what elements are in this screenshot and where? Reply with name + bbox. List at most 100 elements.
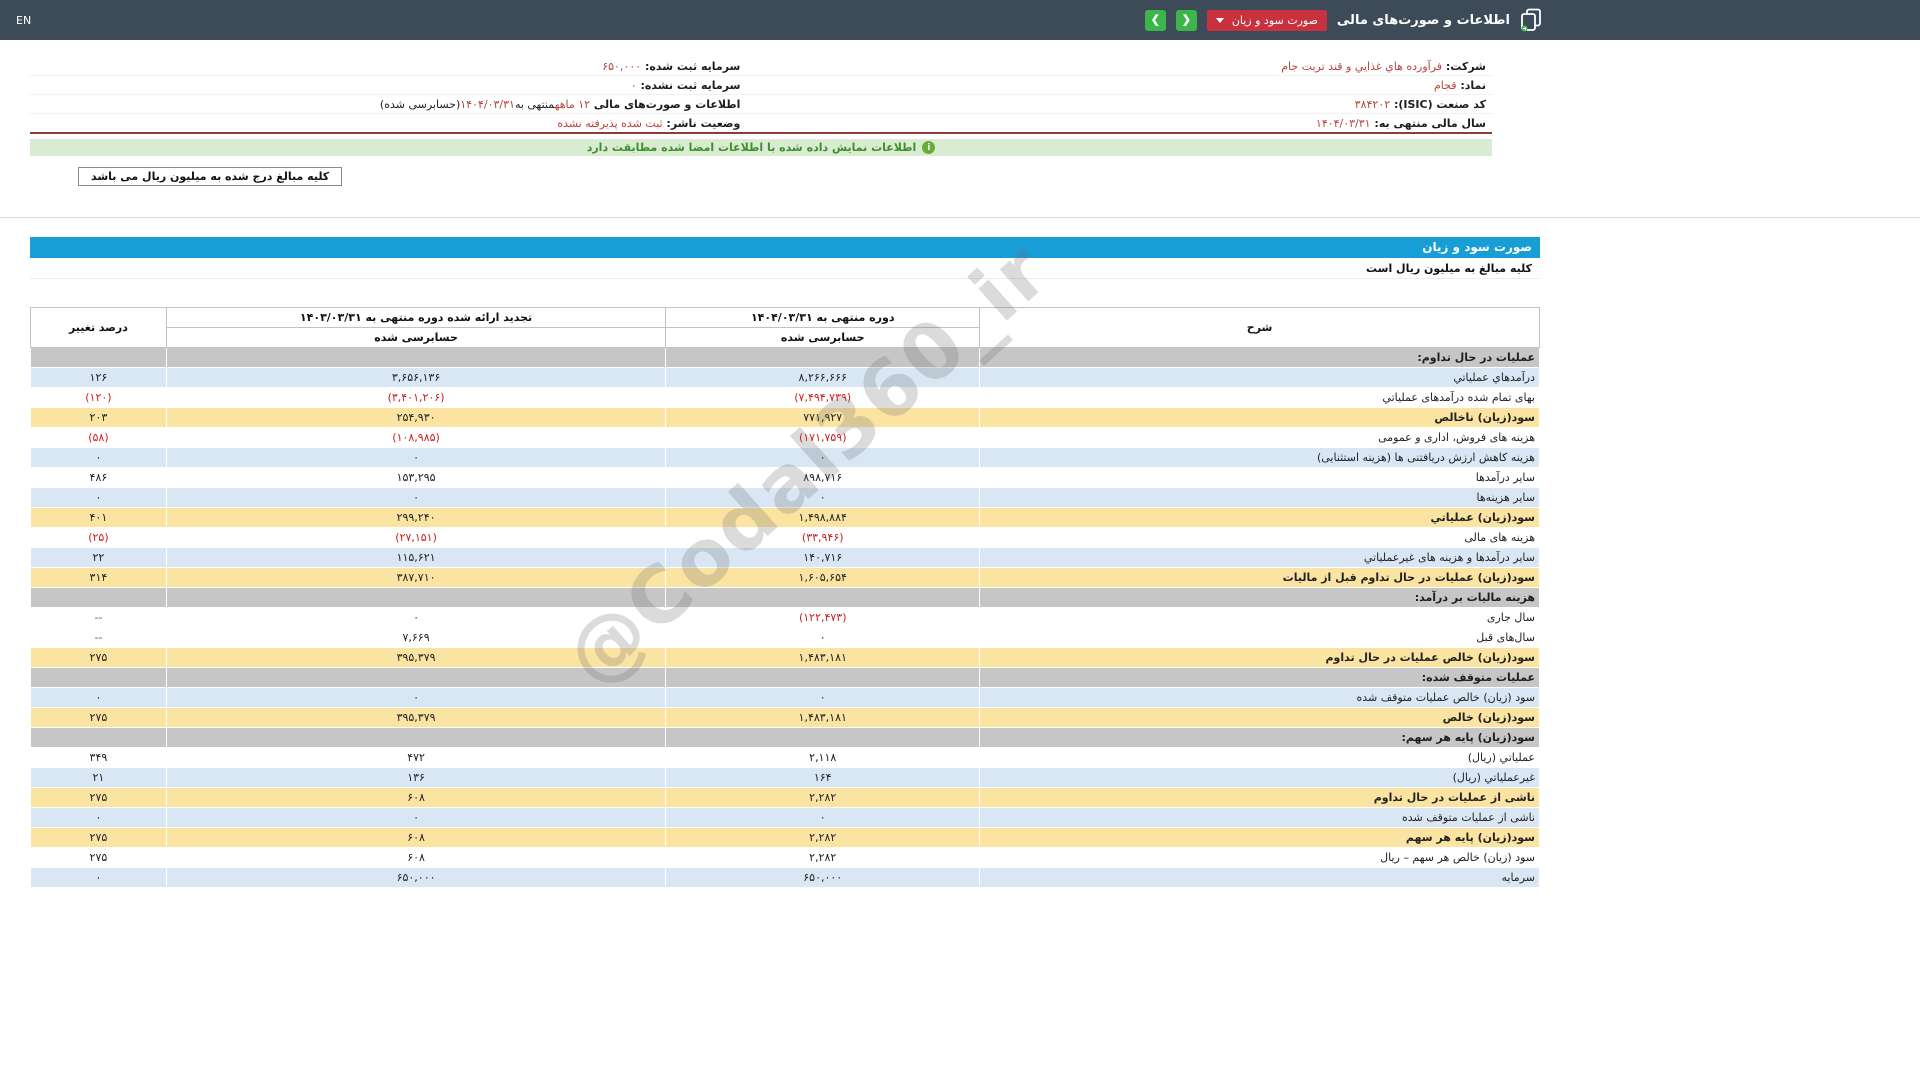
table-row: سود(زیان) ناخالص ۷۷۱,۹۲۷ ۲۵۴,۹۳۰ ۲۰۳ bbox=[30, 407, 1540, 428]
period1-value: (۱۲۲,۴۷۳) bbox=[665, 607, 981, 628]
period1-value: ۱,۴۹۸,۸۸۴ bbox=[665, 507, 981, 528]
row-label: سایر درآمدها و هزینه های غیرعملیاتي bbox=[979, 547, 1540, 568]
table-row: سود(زیان) عملیاتي ۱,۴۹۸,۸۸۴ ۲۹۹,۲۴۰ ۴۰۱ bbox=[30, 507, 1540, 528]
period1-value bbox=[665, 667, 981, 688]
audited-subheader-period1: حسابرسی شده bbox=[665, 327, 981, 348]
row-label: ناشی از عملیات در حال تداوم bbox=[979, 787, 1540, 808]
chevron-left-icon: ❮ bbox=[1181, 13, 1191, 26]
change-percent: ۲۰۳ bbox=[30, 407, 167, 428]
period2-value: (۱۰۸,۹۸۵) bbox=[165, 427, 667, 448]
page-title: اطلاعات و صورت‌های مالی bbox=[1336, 12, 1510, 28]
statement-type-dropdown[interactable]: صورت سود و زیان bbox=[1206, 9, 1327, 31]
company-info-panel: شرکت: فرآورده هاي غذايي و قند تربت جام سر… bbox=[30, 57, 1492, 134]
period2-value: ۳,۶۵۶,۱۳۶ bbox=[165, 367, 667, 388]
table-row: عملیاتي (ریال) ۲,۱۱۸ ۴۷۲ ۳۴۹ bbox=[30, 747, 1540, 768]
chevron-down-icon bbox=[1215, 17, 1224, 23]
language-toggle[interactable]: EN bbox=[16, 14, 31, 27]
change-percent: ۲۷۵ bbox=[30, 707, 167, 728]
info-cell-right: کد صنعت (ISIC): ۳۸۴۲۰۲ bbox=[746, 94, 1492, 114]
info-row: کد صنعت (ISIC): ۳۸۴۲۰۲ اطلاعات و صورت‌های… bbox=[30, 94, 1492, 114]
period2-value: ۳۹۵,۳۷۹ bbox=[165, 707, 667, 728]
period1-value: (۳۳,۹۴۶) bbox=[665, 527, 981, 548]
row-label: سال‌های قبل bbox=[979, 627, 1540, 648]
change-percent: ۲۱ bbox=[30, 767, 167, 788]
header-content: شرکت: فرآورده هاي غذايي و قند تربت جام سر… bbox=[30, 57, 1540, 186]
change-percent: ۲۷۵ bbox=[30, 787, 167, 808]
company-info-table: شرکت: فرآورده هاي غذايي و قند تربت جام سر… bbox=[30, 57, 1492, 132]
previous-statement-button[interactable]: ❮ bbox=[1175, 9, 1197, 31]
row-label: سود(زیان) عملیاتي bbox=[979, 507, 1540, 528]
row-label: سود(زیان) عملیات در حال تداوم قبل از مال… bbox=[979, 567, 1540, 588]
period1-value: ۰ bbox=[665, 447, 981, 468]
period2-value: ۲۵۴,۹۳۰ bbox=[165, 407, 667, 428]
row-label: سرمایه bbox=[979, 867, 1540, 888]
change-percent: (۱۲۰) bbox=[30, 387, 167, 408]
period1-value: ۱۴۰,۷۱۶ bbox=[665, 547, 981, 568]
dropdown-label: صورت سود و زیان bbox=[1231, 13, 1318, 27]
table-row: سرمایه ۶۵۰,۰۰۰ ۶۵۰,۰۰۰ ۰ bbox=[30, 867, 1540, 888]
signed-info-banner: i اطلاعات نمایش داده شده با اطلاعات امضا… bbox=[30, 139, 1492, 156]
period2-value: ۶۰۸ bbox=[165, 847, 667, 868]
change-percent: ۳۱۴ bbox=[30, 567, 167, 588]
statement-title-bar: صورت سود و زیان bbox=[30, 237, 1540, 258]
info-cell-left: اطلاعات و صورت‌های مالی ۱۲ ماههمنتهی به۱… bbox=[30, 94, 747, 114]
row-label: عملیاتي (ریال) bbox=[979, 747, 1540, 768]
table-row: هزینه کاهش ارزش دریافتنی ها (هزینه استثن… bbox=[30, 447, 1540, 468]
row-label: هزینه مالیات بر درآمد: bbox=[979, 587, 1540, 608]
change-percent: -- bbox=[30, 627, 167, 648]
table-row: سود(زیان) پایه هر سهم ۲,۲۸۲ ۶۰۸ ۲۷۵ bbox=[30, 827, 1540, 848]
row-label: سود(زیان) ناخالص bbox=[979, 407, 1540, 428]
chevron-right-icon: ❯ bbox=[1150, 13, 1160, 26]
next-statement-button[interactable]: ❯ bbox=[1144, 9, 1166, 31]
period2-value: ۴۷۲ bbox=[165, 747, 667, 768]
row-label: هزینه های مالی bbox=[979, 527, 1540, 548]
info-icon: i bbox=[922, 141, 936, 154]
change-percent: ۱۲۶ bbox=[30, 367, 167, 388]
period1-value: (۷,۴۹۴,۷۳۹) bbox=[665, 387, 981, 408]
table-row: هزینه های فروش، اداری و عمومی (۱۷۱,۷۵۹) (۱… bbox=[30, 427, 1540, 448]
row-label: سود (زیان) خالص عملیات متوقف شده bbox=[979, 687, 1540, 708]
period2-value bbox=[165, 667, 667, 688]
period1-value: ۲,۲۸۲ bbox=[665, 787, 981, 808]
change-percent: (۵۸) bbox=[30, 427, 167, 448]
period1-value: ۰ bbox=[665, 487, 981, 508]
section-row: عملیات متوقف شده: bbox=[30, 667, 1540, 688]
info-cell-right: شرکت: فرآورده هاي غذايي و قند تربت جام bbox=[746, 57, 1492, 76]
change-percent: ۲۷۵ bbox=[30, 827, 167, 848]
amounts-note-row: کلیه مبالغ به میلیون ریال است bbox=[30, 258, 1540, 279]
period1-value: ۰ bbox=[665, 627, 981, 648]
table-row: بهای تمام شده درآمدهای عملیاتي (۷,۴۹۴,۷۳۹… bbox=[30, 387, 1540, 408]
period1-value: ۲,۲۸۲ bbox=[665, 847, 981, 868]
section-row: سود(زیان) پایه هر سهم: bbox=[30, 727, 1540, 748]
period1-value: ۲,۲۸۲ bbox=[665, 827, 981, 848]
period2-value: ۱۱۵,۶۲۱ bbox=[165, 547, 667, 568]
table-row: سال جاری (۱۲۲,۴۷۳) ۰ -- bbox=[30, 607, 1540, 628]
period1-value: ۱۶۴ bbox=[665, 767, 981, 788]
change-percent: (۲۵) bbox=[30, 527, 167, 548]
change-percent bbox=[30, 347, 167, 368]
period2-value bbox=[165, 347, 667, 368]
period1-value: ۶۵۰,۰۰۰ bbox=[665, 867, 981, 888]
info-row: شرکت: فرآورده هاي غذايي و قند تربت جام سر… bbox=[30, 57, 1492, 76]
copy-document-icon[interactable] bbox=[1520, 8, 1542, 32]
col-period1-header: دوره منتهی به ۱۴۰۴/۰۳/۳۱ bbox=[665, 307, 981, 328]
row-label: هزینه کاهش ارزش دریافتنی ها (هزینه استثن… bbox=[979, 447, 1540, 468]
change-percent: ۴۸۶ bbox=[30, 467, 167, 488]
change-percent: ۰ bbox=[30, 867, 167, 888]
period1-value: ۰ bbox=[665, 687, 981, 708]
change-percent: ۲۷۵ bbox=[30, 847, 167, 868]
table-row: غیرعملیاتي (ریال) ۱۶۴ ۱۳۶ ۲۱ bbox=[30, 767, 1540, 788]
period1-value: ۲,۱۱۸ bbox=[665, 747, 981, 768]
change-percent bbox=[30, 587, 167, 608]
amounts-note-box: کلیه مبالغ درج شده به میلیون ریال می باش… bbox=[78, 167, 343, 186]
period2-value: ۰ bbox=[165, 687, 667, 708]
period2-value: ۶۰۸ bbox=[165, 787, 667, 808]
info-row: سال مالی منتهی به: ۱۴۰۴/۰۳/۳۱ وضعیت ناشر:… bbox=[30, 114, 1492, 133]
top-navbar: اطلاعات و صورت‌های مالی صورت سود و زیان … bbox=[0, 0, 1920, 40]
table-header: شرح دوره منتهی به ۱۴۰۴/۰۳/۳۱ تجدید ارائه… bbox=[30, 307, 1540, 348]
section-row: عملیات در حال تداوم: bbox=[30, 347, 1540, 368]
col-period2-header: تجدید ارائه شده دوره منتهی به ۱۴۰۳/۰۳/۳۱ bbox=[165, 307, 667, 328]
period1-value: (۱۷۱,۷۵۹) bbox=[665, 427, 981, 448]
period2-value: (۳,۴۰۱,۲۰۶) bbox=[165, 387, 667, 408]
period2-value: ۰ bbox=[165, 607, 667, 628]
